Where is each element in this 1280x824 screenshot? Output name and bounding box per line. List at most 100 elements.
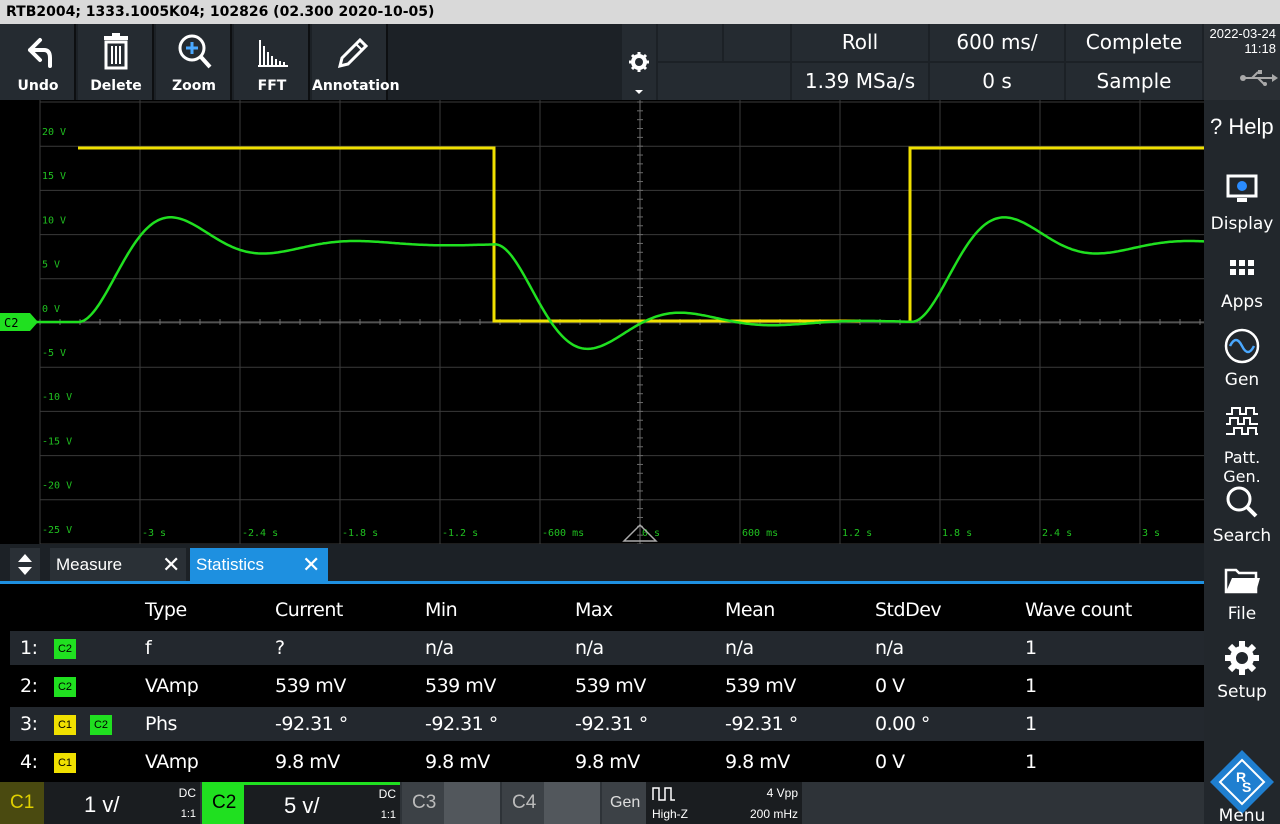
x-tick-label: 3 s (1142, 528, 1160, 539)
channel-marker[interactable]: C2 (0, 313, 38, 331)
waveform-plot: 20 V 15 V 10 V 5 V 0 V -5 V -10 V -15 V -20 V -25… (0, 100, 1241, 545)
c1-button[interactable]: C1 (0, 782, 44, 824)
acq-type[interactable]: Sample (1066, 63, 1202, 100)
c2-button[interactable]: C2 (202, 782, 244, 824)
display-label: Display (1210, 214, 1274, 234)
cell-max: n/a (575, 637, 604, 659)
up-down-arrows-icon (18, 554, 32, 575)
help-button[interactable]: ? Help (1204, 100, 1280, 160)
cell-current: 539 mV (275, 675, 346, 697)
search-icon (1226, 486, 1258, 518)
cell-min: 539 mV (425, 675, 496, 697)
cell-min: -92.31 ° (425, 713, 498, 735)
file-label: File (1227, 604, 1257, 624)
tab-measure[interactable]: Measure ✕ (50, 548, 186, 581)
col-header-mean: Mean (725, 599, 775, 621)
gen-label: Gen (1224, 370, 1260, 390)
x-tick-label: -1.8 s (342, 528, 378, 539)
search-button[interactable]: Search (1204, 476, 1280, 554)
y-tick-label: 0 V (42, 304, 60, 315)
c2-ratio: 1:1 (380, 809, 396, 821)
c4-settings[interactable] (544, 782, 600, 824)
help-label: ? Help (1210, 114, 1274, 140)
x-tick-label: -1.2 s (442, 528, 478, 539)
y-tick-label: -15 V (42, 436, 72, 447)
gen-settings[interactable]: High-Z 4 Vpp 200 mHz (646, 782, 802, 824)
y-tick-label: 15 V (42, 171, 66, 182)
x-tick-label: 600 ms (742, 528, 778, 539)
c3-button[interactable]: C3 (402, 782, 444, 824)
zoom-label: Zoom (172, 78, 216, 94)
apps-button[interactable]: Apps (1204, 242, 1280, 320)
table-row[interactable]: 4: C1 VAmp 9.8 mV 9.8 mV 9.8 mV 9.8 mV 0 V 1 (10, 745, 1204, 779)
tab-statistics[interactable]: Statistics ✕ (190, 548, 328, 581)
c4-label: C4 (512, 792, 537, 813)
panel-resize-button[interactable] (10, 548, 40, 581)
close-icon[interactable]: ✕ (302, 548, 320, 581)
table-row[interactable]: 2: C2 VAmp 539 mV 539 mV 539 mV 539 mV 0 V 1 (10, 669, 1204, 703)
timebase[interactable]: 600 ms/ (930, 24, 1064, 61)
col-header-wave-count: Wave count (1025, 599, 1132, 621)
delete-button[interactable]: Delete (78, 24, 154, 100)
gen-channel-button[interactable]: Gen (602, 782, 646, 824)
c3-label: C3 (412, 792, 437, 813)
pattern-icon (1226, 407, 1258, 435)
table-row[interactable]: 3: C1 C2 Phs -92.31 ° -92.31 ° -92.31 ° -92.31 … (10, 707, 1204, 741)
apps-grid-icon (1230, 260, 1254, 275)
setup-label: Setup (1217, 682, 1267, 702)
undo-button[interactable]: Undo (0, 24, 76, 100)
acq-mode[interactable]: Roll (792, 24, 928, 61)
tab-statistics-label: Statistics (196, 555, 265, 574)
datetime-panel: 2022-03-24 11:18 (1204, 24, 1280, 100)
x-tick-label: -2.4 s (242, 528, 278, 539)
question-icon: ? (1210, 114, 1223, 139)
folder-icon (1224, 568, 1260, 594)
y-tick-label: -5 V (42, 348, 66, 359)
cell-min: 9.8 mV (425, 751, 490, 773)
col-header-stddev: StdDev (875, 599, 942, 621)
c2-settings[interactable]: 5 v/ DC 1:1 (244, 782, 400, 824)
toolbar: Undo Delete Zoom FFT Annotation Roll 600… (0, 24, 1204, 100)
undo-label: Undo (17, 78, 59, 94)
menu-button[interactable]: R S Menu (1204, 748, 1280, 824)
cell-count: 1 (1025, 713, 1037, 735)
gear-icon (1225, 641, 1259, 675)
row-number: 2: (20, 675, 38, 697)
close-icon[interactable]: ✕ (162, 548, 180, 581)
file-button[interactable]: File (1204, 554, 1280, 632)
sample-rate[interactable]: 1.39 MSa/s (792, 63, 928, 100)
channel-bar: C1 1 v/ DC 1:1 C2 5 v/ DC 1:1 C3 C4 Gen … (0, 782, 1204, 824)
patt-gen-button[interactable]: Patt. Gen. (1204, 398, 1280, 486)
zoom-button[interactable]: Zoom (156, 24, 232, 100)
table-row[interactable]: 1: C2 f? n/a n/a n/a n/a 1 (10, 631, 1204, 665)
y-tick-label: -10 V (42, 392, 72, 403)
fft-button[interactable]: FFT (234, 24, 310, 100)
acq-status[interactable]: Complete (1066, 24, 1202, 61)
col-header-max: Max (575, 599, 613, 621)
channel-marker-label: C2 (4, 316, 18, 330)
toolbar-settings-button[interactable] (622, 24, 656, 100)
source-badge: C1 (54, 715, 76, 735)
tab-measure-label: Measure (56, 555, 123, 574)
menu-label: Menu (1218, 806, 1266, 824)
x-tick-label: -3 s (142, 528, 166, 539)
cell-stddev: 0.00 ° (875, 713, 930, 735)
usb-icon (1240, 70, 1278, 86)
sine-wave-icon (1224, 328, 1260, 364)
annotation-button[interactable]: Annotation (312, 24, 400, 100)
cell-max: 9.8 mV (575, 751, 640, 773)
y-tick-label: 5 V (42, 260, 60, 271)
c3-settings[interactable] (444, 782, 500, 824)
c1-settings[interactable]: 1 v/ DC 1:1 (44, 782, 200, 824)
c4-button[interactable]: C4 (502, 782, 544, 824)
display-button[interactable]: Display (1204, 164, 1280, 242)
trigger-offset[interactable]: 0 s (930, 63, 1064, 100)
gen-button[interactable]: Gen (1204, 320, 1280, 398)
x-tick-label: -600 ms (542, 528, 584, 539)
waveform-display[interactable]: 20 V 15 V 10 V 5 V 0 V -5 V -10 V -15 V -20 V -25… (0, 100, 1241, 545)
header-empty-cell-1 (658, 24, 722, 61)
cell-type: VAmp (145, 675, 199, 697)
setup-button[interactable]: Setup (1204, 632, 1280, 710)
statistics-table: Type Current Min Max Mean StdDev Wave co… (0, 587, 1204, 782)
c2-label: C2 (212, 792, 237, 813)
